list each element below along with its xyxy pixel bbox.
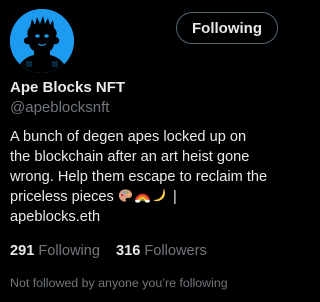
- username-handle[interactable]: @apeblocksnft: [10, 99, 109, 116]
- display-name[interactable]: Ape Blocks NFT: [10, 79, 125, 96]
- followers-stat[interactable]: 316 Followers: [116, 243, 207, 259]
- following-label: Following: [38, 243, 101, 259]
- bio-website-link[interactable]: apeblocks.eth: [10, 207, 286, 227]
- followers-label: Followers: [144, 243, 207, 259]
- avatar[interactable]: [10, 9, 74, 73]
- followers-count: 316: [116, 243, 141, 259]
- following-count: 291: [10, 243, 35, 259]
- ape-silhouette-icon: [10, 9, 74, 73]
- banana-emoji-icon: [152, 188, 167, 203]
- bio-line: wrong. Help them escape to reclaim the: [10, 169, 268, 185]
- follow-stats: 291 Following 316 Followers: [10, 243, 207, 259]
- bio-separator: |: [172, 189, 177, 205]
- rainbow-emoji-icon: [134, 188, 150, 203]
- following-stat[interactable]: 291 Following: [10, 243, 100, 259]
- bio-line: the blockchain after an art heist gone: [10, 149, 250, 165]
- following-button[interactable]: Following: [176, 12, 278, 44]
- profile-hover-card: Following Ape Blocks NFT @apeblocksnft A…: [0, 0, 291, 302]
- bio-text: priceless pieces: [10, 189, 114, 205]
- social-context-note: Not followed by anyone you’re following: [10, 276, 228, 290]
- profile-bio: A bunch of degen apes locked up on the b…: [10, 127, 286, 227]
- bio-line-with-emojis: priceless pieces |: [10, 187, 286, 207]
- artist-palette-emoji-icon: [118, 188, 133, 203]
- bio-line: A bunch of degen apes locked up on: [10, 129, 247, 145]
